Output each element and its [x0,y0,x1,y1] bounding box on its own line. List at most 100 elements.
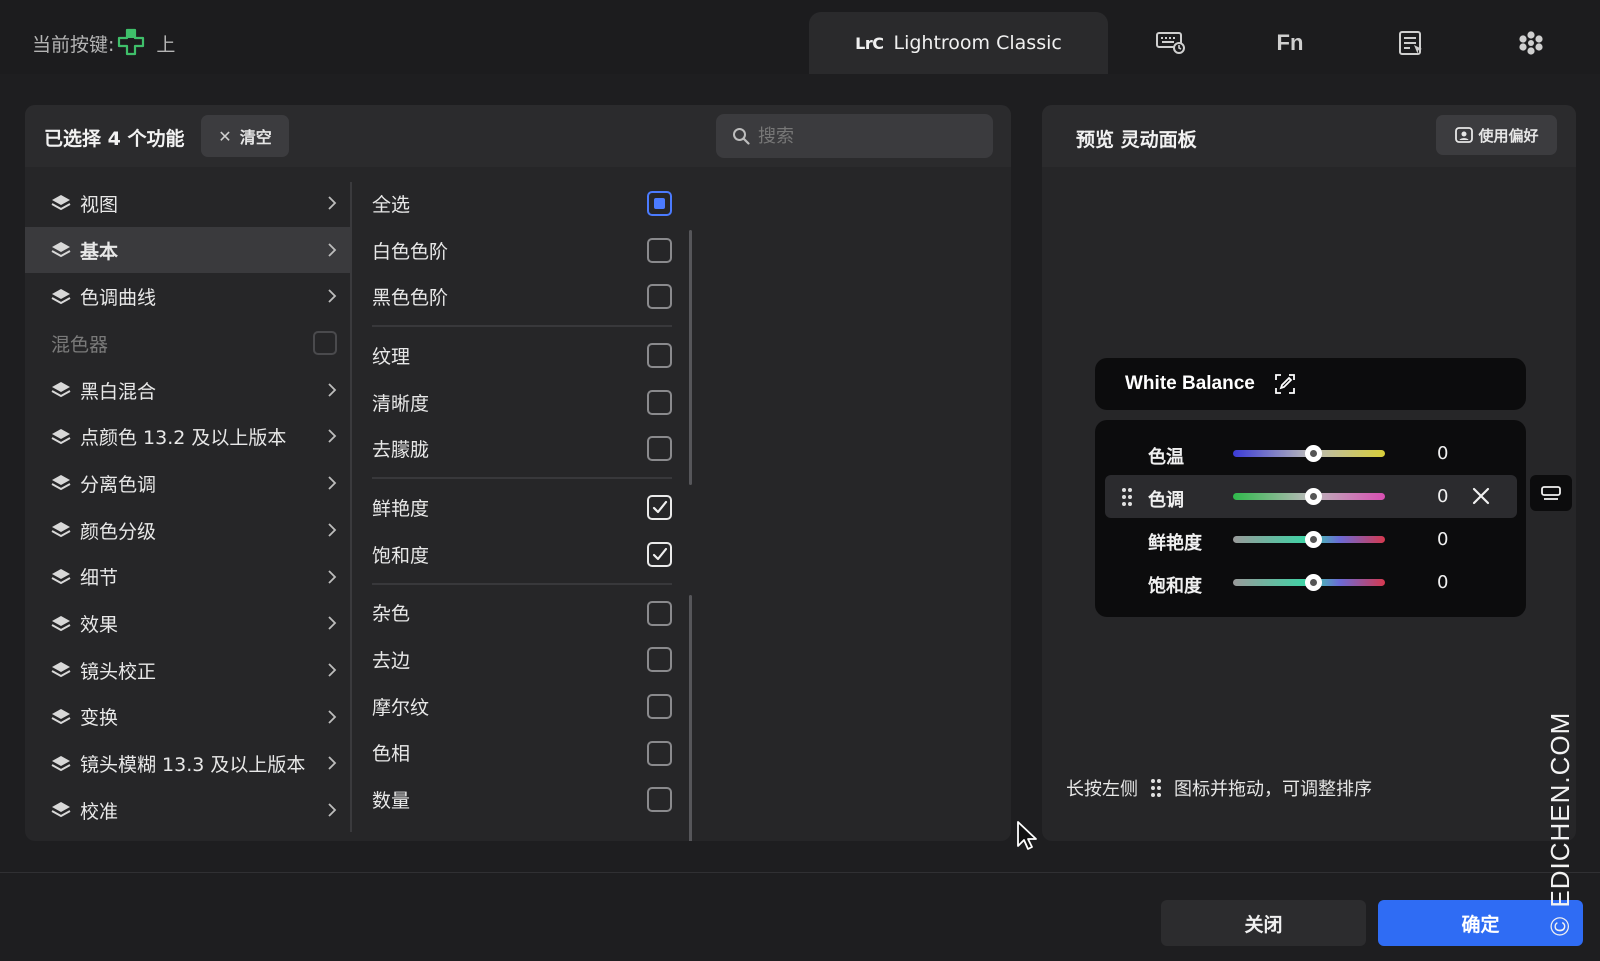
option-item[interactable]: 黑色色阶 [370,273,672,320]
category-item[interactable]: 分离色调 [25,460,351,507]
tab-lightroom-classic[interactable]: LrC Lightroom Classic [809,12,1108,74]
lrc-icon: LrC [855,33,884,53]
option-label: 纹理 [372,345,411,368]
preview-panel: 预览 灵动面板 使用偏好 White Balance 色温 0 色调 0 鲜艳度… [1042,105,1576,841]
category-item[interactable]: 基本 [25,226,351,274]
option-checkbox[interactable] [647,647,672,673]
slider-track[interactable] [1233,488,1385,505]
option-checkbox[interactable] [647,343,672,369]
layers-icon [51,288,71,304]
category-item[interactable]: 效果 [25,600,351,647]
chevron-right-icon [328,803,337,817]
chevron-right-icon [328,289,337,304]
panel-title: White Balance [1125,373,1255,394]
slider-knob[interactable] [1305,574,1322,591]
option-label: 色相 [372,743,411,766]
option-checkbox[interactable] [647,436,672,462]
option-checkbox[interactable] [647,191,672,216]
flower-icon[interactable] [1514,26,1548,60]
slider-row[interactable]: 色温 0 [1095,432,1526,475]
option-label: 全选 [372,193,411,216]
hint-text-before: 长按左侧 [1066,779,1138,800]
option-separator [370,578,672,590]
option-item[interactable]: 数量 [370,776,672,823]
option-label: 饱和度 [372,544,430,567]
option-item[interactable]: 饱和度 [370,531,672,578]
column-divider [350,182,352,832]
category-item-disabled: 混色器 [25,320,351,367]
option-checkbox[interactable] [647,787,672,813]
category-item[interactable]: 黑白混合 [25,367,351,414]
panel-title-bar: White Balance [1095,358,1526,410]
option-item-select-all[interactable]: 全选 [370,180,672,227]
option-checkbox[interactable] [647,237,672,263]
slider-knob[interactable] [1305,531,1322,548]
selector-header: 已选择 4 个功能 ✕ 清空 [25,105,1011,167]
slider-row[interactable]: 鲜艳度 0 [1095,518,1526,561]
function-selector-panel: 已选择 4 个功能 ✕ 清空 视图 基本 色调曲线 混色器 [25,105,1011,841]
search-input[interactable] [758,125,978,147]
keyboard-icon[interactable] [1153,26,1187,60]
option-item[interactable]: 色相 [370,730,672,777]
category-label: 基本 [80,240,119,263]
slider-track[interactable] [1233,574,1385,591]
collapse-toggle-button[interactable] [1530,475,1572,511]
slider-label: 色温 [1148,447,1184,468]
option-list: 全选 白色色阶 黑色色阶 纹理 清晰度 去朦胧 鲜艳度 饱和度 杂色 去边 摩尔… [370,180,672,823]
list-cursor-icon[interactable] [1394,26,1428,60]
slider-panel: 色温 0 色调 0 鲜艳度 0 饱和度 0 [1095,420,1526,617]
preferences-button[interactable]: 使用偏好 [1436,115,1557,155]
category-item[interactable]: 镜头模糊 13.3 及以上版本 [25,740,351,787]
slider-track[interactable] [1233,445,1385,462]
option-checkbox[interactable] [647,284,672,310]
option-item[interactable]: 杂色 [370,590,672,637]
category-item[interactable]: 校准 [25,787,351,834]
mouse-cursor-icon [1017,821,1037,850]
close-button[interactable]: 关闭 [1161,900,1366,946]
option-item[interactable]: 摩尔纹 [370,683,672,730]
current-key-indicator: 当前按键: 上 [32,28,175,58]
slider-row[interactable]: 饱和度 0 [1095,561,1526,604]
category-item[interactable]: 镜头校正 [25,647,351,694]
fn-icon[interactable]: Fn [1273,26,1307,60]
slider-knob[interactable] [1305,488,1322,505]
layers-icon [51,428,71,444]
option-checkbox[interactable] [647,495,672,521]
option-checkbox[interactable] [647,693,672,719]
slider-knob[interactable] [1305,445,1322,462]
option-item[interactable]: 鲜艳度 [370,484,672,531]
chevron-right-icon [328,709,337,724]
slider-row[interactable]: 色调 0 [1105,475,1517,518]
slider-track[interactable] [1233,531,1385,548]
edit-icon[interactable] [1273,372,1297,396]
chevron-right-icon [328,196,337,210]
option-item[interactable]: 清晰度 [370,379,672,426]
clear-button[interactable]: ✕ 清空 [201,115,289,157]
scrollbar[interactable] [689,230,692,485]
option-item[interactable]: 去边 [370,636,672,683]
option-item[interactable]: 纹理 [370,332,672,379]
option-label: 去边 [372,650,411,673]
option-checkbox[interactable] [647,389,672,415]
option-item[interactable]: 去朦胧 [370,425,672,472]
chevron-right-icon [328,523,337,537]
close-icon[interactable] [1470,485,1492,507]
scrollbar[interactable] [689,595,692,841]
option-checkbox[interactable] [647,541,672,567]
layers-icon [51,382,71,398]
category-item[interactable]: 变换 [25,694,351,741]
option-item[interactable]: 白色色阶 [370,227,672,274]
category-item[interactable]: 视图 [25,180,351,227]
option-checkbox[interactable] [647,600,672,626]
category-label: 色调曲线 [80,287,157,310]
category-item[interactable]: 颜色分级 [25,507,351,554]
category-item[interactable]: 色调曲线 [25,273,351,320]
category-label: 镜头校正 [80,660,157,683]
category-item[interactable]: 细节 [25,554,351,601]
drag-handle-icon[interactable] [1121,487,1133,507]
search-box[interactable] [716,114,993,158]
category-list: 视图 基本 色调曲线 混色器 黑白混合 点颜色 13.2 及以上版本 分离色调 … [25,180,351,834]
layers-icon [51,662,71,678]
category-item[interactable]: 点颜色 13.2 及以上版本 [25,413,351,460]
option-checkbox[interactable] [647,740,672,766]
